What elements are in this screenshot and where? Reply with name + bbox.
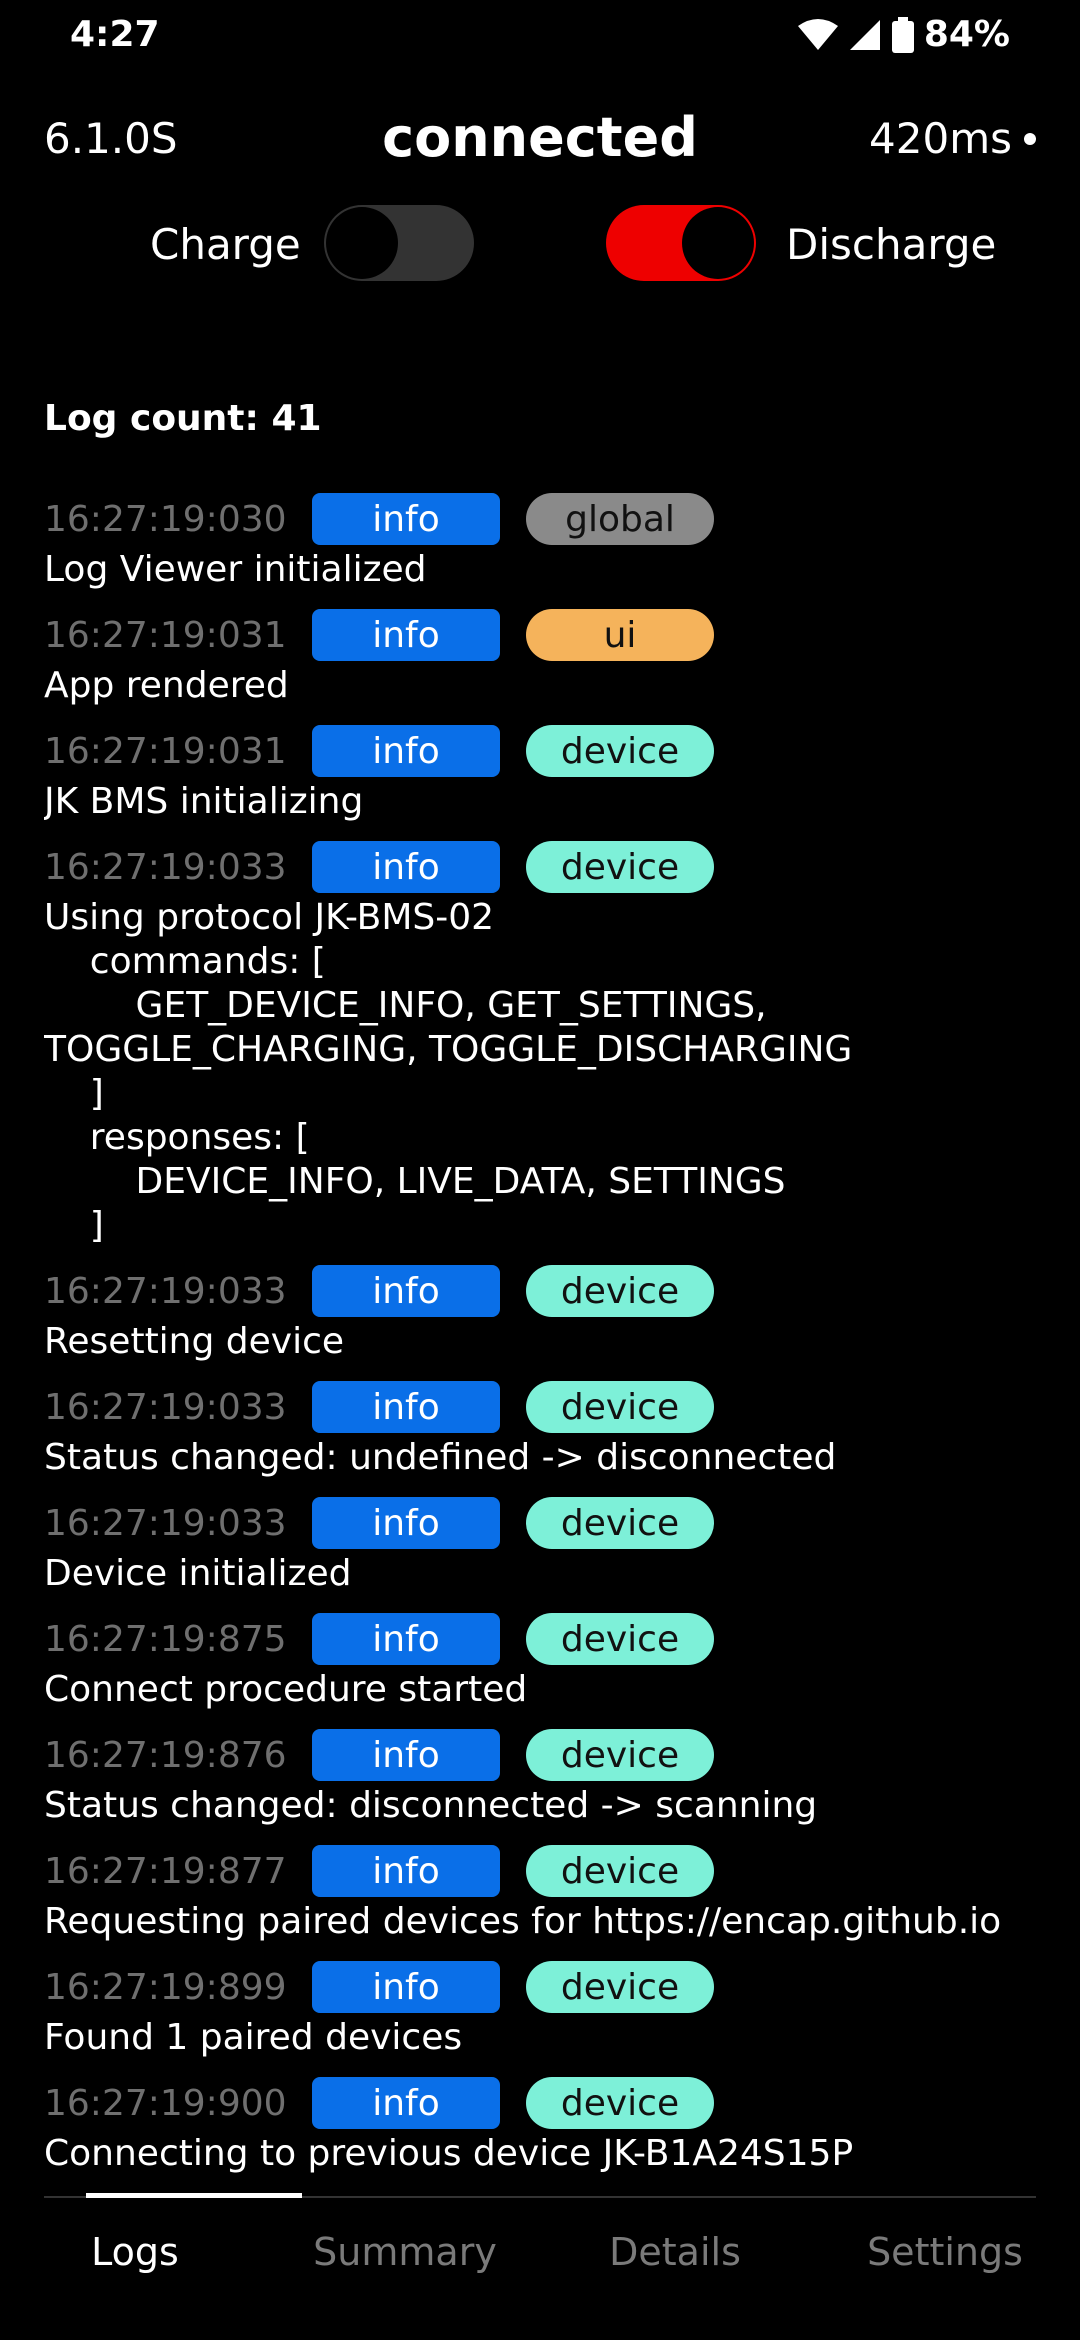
log-level-badge: info xyxy=(312,1381,500,1433)
log-entry-meta: 16:27:19:033 info device xyxy=(44,1494,1044,1552)
status-bar: 4:27 84% xyxy=(0,0,1080,76)
log-message: Found 1 paired devices xyxy=(44,2017,463,2058)
log-level-badge: info xyxy=(312,1961,500,2013)
latency-value: 420ms xyxy=(869,114,1012,163)
log-timestamp: 16:27:19:033 xyxy=(44,846,287,888)
log-message: Requesting paired devices for https://en… xyxy=(44,1901,1002,1942)
log-category-badge: device xyxy=(526,1961,714,2013)
log-timestamp: 16:27:19:033 xyxy=(44,1386,287,1428)
log-timestamp: 16:27:19:875 xyxy=(44,1618,287,1660)
log-message: Status changed: disconnected -> scanning xyxy=(44,1785,818,1826)
log-category-badge: device xyxy=(526,2077,714,2129)
log-category-badge: device xyxy=(526,1497,714,1549)
log-entry: 16:27:19:899 info device Found 1 paired dev… xyxy=(44,1958,1044,2060)
log-entry-meta: 16:27:19:033 info device xyxy=(44,1262,1044,1320)
log-category-badge: device xyxy=(526,841,714,893)
log-entry-meta: 16:27:19:033 info device xyxy=(44,838,1044,896)
tab-logs[interactable]: Logs xyxy=(0,2230,270,2290)
log-entry-meta: 16:27:19:877 info device xyxy=(44,1842,1044,1900)
log-category-badge: device xyxy=(526,1729,714,1781)
log-category-badge: device xyxy=(526,1265,714,1317)
log-message: Status changed: undefined -> disconnecte… xyxy=(44,1437,837,1478)
log-message: Connecting to previous device JK-B1A24S1… xyxy=(44,2133,854,2174)
status-time: 4:27 xyxy=(70,14,160,55)
log-level-badge: info xyxy=(312,841,500,893)
log-count: Log count: 41 xyxy=(44,398,322,439)
log-level-badge: info xyxy=(312,2077,500,2129)
log-entry: 16:27:19:877 info device Requesting paired … xyxy=(44,1842,1044,1944)
log-timestamp: 16:27:19:876 xyxy=(44,1734,287,1776)
log-level-badge: info xyxy=(312,1613,500,1665)
log-entry: 16:27:19:030 info global Log Viewer initial… xyxy=(44,490,1044,592)
log-list[interactable]: 16:27:19:030 info global Log Viewer initial… xyxy=(44,490,1044,2190)
log-entry-meta: 16:27:19:030 info global xyxy=(44,490,1044,548)
log-timestamp: 16:27:19:030 xyxy=(44,498,287,540)
battery-percent: 84% xyxy=(923,14,1010,55)
log-category-badge: device xyxy=(526,1613,714,1665)
log-category-badge: ui xyxy=(526,609,714,661)
tab-details[interactable]: Details xyxy=(540,2230,810,2290)
log-entry: 16:27:19:033 info device Device initialized xyxy=(44,1494,1044,1596)
log-timestamp: 16:27:19:899 xyxy=(44,1966,287,2008)
log-timestamp: 16:27:19:033 xyxy=(44,1502,287,1544)
log-timestamp: 16:27:19:033 xyxy=(44,1270,287,1312)
log-entry-meta: 16:27:19:031 info device xyxy=(44,722,1044,780)
toggle-row: Charge Discharge xyxy=(0,200,1080,290)
log-timestamp: 16:27:19:900 xyxy=(44,2082,287,2124)
tab-settings[interactable]: Settings xyxy=(810,2230,1080,2290)
log-message: Connect procedure started xyxy=(44,1669,528,1710)
log-message: Resetting device xyxy=(44,1321,345,1362)
log-message: Using protocol JK-BMS-02 commands: [ GET… xyxy=(44,897,853,1246)
log-entry: 16:27:19:900 info device Connecting to prev… xyxy=(44,2074,1044,2176)
log-message: App rendered xyxy=(44,665,289,706)
log-entry: 16:27:19:875 info device Connect procedure … xyxy=(44,1610,1044,1712)
log-entry: 16:27:19:033 info device Using protocol JK-… xyxy=(44,838,1044,1248)
discharge-label: Discharge xyxy=(786,220,997,269)
log-entry-meta: 16:27:19:899 info device xyxy=(44,1958,1044,2016)
log-entry: 16:27:19:031 info ui App rendered xyxy=(44,606,1044,708)
log-message: JK BMS initializing xyxy=(44,781,364,822)
signal-icon xyxy=(848,18,882,52)
log-level-badge: info xyxy=(312,725,500,777)
log-timestamp: 16:27:19:031 xyxy=(44,614,287,656)
tab-summary[interactable]: Summary xyxy=(270,2230,540,2290)
tab-bar: Logs Summary Details Settings xyxy=(0,2230,1080,2290)
log-category-badge: global xyxy=(526,493,714,545)
log-entry-meta: 16:27:19:876 info device xyxy=(44,1726,1044,1784)
battery-icon xyxy=(891,16,914,53)
log-level-badge: info xyxy=(312,609,500,661)
activity-dot-icon xyxy=(1024,132,1036,145)
log-entry-meta: 16:27:19:875 info device xyxy=(44,1610,1044,1668)
discharge-toggle[interactable] xyxy=(606,205,756,281)
active-tab-indicator xyxy=(86,2193,302,2198)
app-header: 6.1.0S connected 420ms xyxy=(0,100,1080,180)
charge-toggle[interactable] xyxy=(324,205,474,281)
log-category-badge: device xyxy=(526,725,714,777)
charge-toggle-knob xyxy=(326,207,398,279)
log-message: Device initialized xyxy=(44,1553,352,1594)
status-icons: 84% xyxy=(797,14,1010,55)
log-level-badge: info xyxy=(312,1265,500,1317)
charge-label: Charge xyxy=(150,220,301,269)
log-entry: 16:27:19:033 info device Resetting device xyxy=(44,1262,1044,1364)
wifi-icon xyxy=(797,18,838,52)
log-category-badge: device xyxy=(526,1845,714,1897)
log-level-badge: info xyxy=(312,1845,500,1897)
log-timestamp: 16:27:19:877 xyxy=(44,1850,287,1892)
log-timestamp: 16:27:19:031 xyxy=(44,730,287,772)
discharge-toggle-knob xyxy=(682,207,754,279)
log-entry-meta: 16:27:19:900 info device xyxy=(44,2074,1044,2132)
log-level-badge: info xyxy=(312,1497,500,1549)
log-entry-meta: 16:27:19:033 info device xyxy=(44,1378,1044,1436)
log-entry: 16:27:19:033 info device Status changed: un… xyxy=(44,1378,1044,1480)
log-entry-meta: 16:27:19:031 info ui xyxy=(44,606,1044,664)
log-level-badge: info xyxy=(312,493,500,545)
log-message: Log Viewer initialized xyxy=(44,549,427,590)
log-entry: 16:27:19:876 info device Status changed: di… xyxy=(44,1726,1044,1828)
log-category-badge: device xyxy=(526,1381,714,1433)
log-level-badge: info xyxy=(312,1729,500,1781)
latency-indicator: 420ms xyxy=(869,114,1036,163)
log-entry: 16:27:19:031 info device JK BMS initializin… xyxy=(44,722,1044,824)
